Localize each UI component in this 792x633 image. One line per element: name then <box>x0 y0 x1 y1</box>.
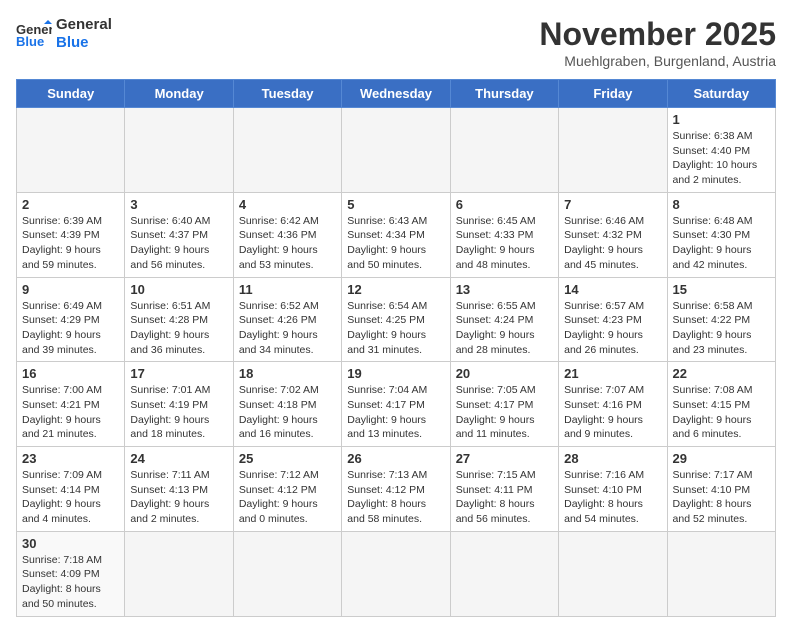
day-2: 2 Sunrise: 6:39 AM Sunset: 4:39 PM Dayli… <box>17 192 125 277</box>
calendar-row-6: 30 Sunrise: 7:18 AM Sunset: 4:09 PM Dayl… <box>17 531 776 616</box>
location-title: Muehlgraben, Burgenland, Austria <box>539 53 776 69</box>
header-sunday: Sunday <box>17 80 125 108</box>
empty-cell <box>233 108 341 193</box>
day-15: 15 Sunrise: 6:58 AM Sunset: 4:22 PM Dayl… <box>667 277 775 362</box>
empty-cell <box>125 108 233 193</box>
day-19: 19 Sunrise: 7:04 AM Sunset: 4:17 PM Dayl… <box>342 362 450 447</box>
day-14: 14 Sunrise: 6:57 AM Sunset: 4:23 PM Dayl… <box>559 277 667 362</box>
calendar-header-row: Sunday Monday Tuesday Wednesday Thursday… <box>17 80 776 108</box>
empty-cell <box>233 531 341 616</box>
day-7: 7 Sunrise: 6:46 AM Sunset: 4:32 PM Dayli… <box>559 192 667 277</box>
day-12: 12 Sunrise: 6:54 AM Sunset: 4:25 PM Dayl… <box>342 277 450 362</box>
header-monday: Monday <box>125 80 233 108</box>
day-24: 24 Sunrise: 7:11 AM Sunset: 4:13 PM Dayl… <box>125 447 233 532</box>
logo-icon: General Blue <box>16 20 52 48</box>
day-25: 25 Sunrise: 7:12 AM Sunset: 4:12 PM Dayl… <box>233 447 341 532</box>
header-saturday: Saturday <box>667 80 775 108</box>
empty-cell <box>450 108 558 193</box>
day-13: 13 Sunrise: 6:55 AM Sunset: 4:24 PM Dayl… <box>450 277 558 362</box>
page-header: General Blue General Blue November 2025 … <box>16 16 776 69</box>
logo-general: General <box>56 16 112 34</box>
calendar-row-2: 2 Sunrise: 6:39 AM Sunset: 4:39 PM Dayli… <box>17 192 776 277</box>
day-17: 17 Sunrise: 7:01 AM Sunset: 4:19 PM Dayl… <box>125 362 233 447</box>
logo-blue: Blue <box>56 34 112 52</box>
day-10: 10 Sunrise: 6:51 AM Sunset: 4:28 PM Dayl… <box>125 277 233 362</box>
day-1: 1 Sunrise: 6:38 AM Sunset: 4:40 PM Dayli… <box>667 108 775 193</box>
day-9: 9 Sunrise: 6:49 AM Sunset: 4:29 PM Dayli… <box>17 277 125 362</box>
calendar-row-4: 16 Sunrise: 7:00 AM Sunset: 4:21 PM Dayl… <box>17 362 776 447</box>
calendar-row-3: 9 Sunrise: 6:49 AM Sunset: 4:29 PM Dayli… <box>17 277 776 362</box>
empty-cell <box>667 531 775 616</box>
calendar-row-5: 23 Sunrise: 7:09 AM Sunset: 4:14 PM Dayl… <box>17 447 776 532</box>
svg-text:Blue: Blue <box>16 34 44 48</box>
calendar-row-1: 1 Sunrise: 6:38 AM Sunset: 4:40 PM Dayli… <box>17 108 776 193</box>
header-thursday: Thursday <box>450 80 558 108</box>
empty-cell <box>342 108 450 193</box>
day-28: 28 Sunrise: 7:16 AM Sunset: 4:10 PM Dayl… <box>559 447 667 532</box>
empty-cell <box>125 531 233 616</box>
day-11: 11 Sunrise: 6:52 AM Sunset: 4:26 PM Dayl… <box>233 277 341 362</box>
header-tuesday: Tuesday <box>233 80 341 108</box>
day-4: 4 Sunrise: 6:42 AM Sunset: 4:36 PM Dayli… <box>233 192 341 277</box>
day-27: 27 Sunrise: 7:15 AM Sunset: 4:11 PM Dayl… <box>450 447 558 532</box>
header-friday: Friday <box>559 80 667 108</box>
day-23: 23 Sunrise: 7:09 AM Sunset: 4:14 PM Dayl… <box>17 447 125 532</box>
logo: General Blue General Blue <box>16 16 112 52</box>
month-title: November 2025 <box>539 16 776 53</box>
day-22: 22 Sunrise: 7:08 AM Sunset: 4:15 PM Dayl… <box>667 362 775 447</box>
header-wednesday: Wednesday <box>342 80 450 108</box>
empty-cell <box>342 531 450 616</box>
empty-cell <box>559 531 667 616</box>
day-30: 30 Sunrise: 7:18 AM Sunset: 4:09 PM Dayl… <box>17 531 125 616</box>
day-29: 29 Sunrise: 7:17 AM Sunset: 4:10 PM Dayl… <box>667 447 775 532</box>
title-area: November 2025 Muehlgraben, Burgenland, A… <box>539 16 776 69</box>
day-3: 3 Sunrise: 6:40 AM Sunset: 4:37 PM Dayli… <box>125 192 233 277</box>
day-8: 8 Sunrise: 6:48 AM Sunset: 4:30 PM Dayli… <box>667 192 775 277</box>
day-16: 16 Sunrise: 7:00 AM Sunset: 4:21 PM Dayl… <box>17 362 125 447</box>
day-20: 20 Sunrise: 7:05 AM Sunset: 4:17 PM Dayl… <box>450 362 558 447</box>
day-18: 18 Sunrise: 7:02 AM Sunset: 4:18 PM Dayl… <box>233 362 341 447</box>
empty-cell <box>559 108 667 193</box>
empty-cell <box>17 108 125 193</box>
empty-cell <box>450 531 558 616</box>
day-26: 26 Sunrise: 7:13 AM Sunset: 4:12 PM Dayl… <box>342 447 450 532</box>
day-21: 21 Sunrise: 7:07 AM Sunset: 4:16 PM Dayl… <box>559 362 667 447</box>
day-5: 5 Sunrise: 6:43 AM Sunset: 4:34 PM Dayli… <box>342 192 450 277</box>
day-6: 6 Sunrise: 6:45 AM Sunset: 4:33 PM Dayli… <box>450 192 558 277</box>
calendar: Sunday Monday Tuesday Wednesday Thursday… <box>16 79 776 617</box>
